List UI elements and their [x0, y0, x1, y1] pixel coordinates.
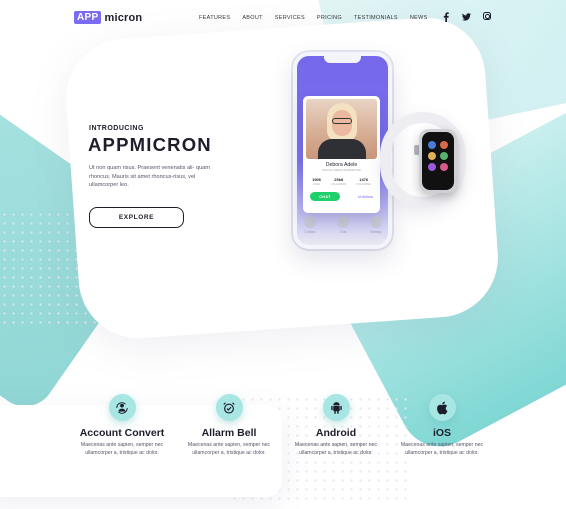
nav-news[interactable]: NEWS [410, 15, 428, 21]
stat-label: FOLLOWING [356, 183, 371, 186]
explore-button[interactable]: EXPLORE [89, 207, 184, 228]
hero-description: Ut non quam risus. Praesent venenatis al… [89, 165, 210, 188]
dock-contact[interactable]: Contact [304, 216, 316, 234]
dock-settings-label: Settings [370, 230, 382, 234]
account-convert-icon [108, 394, 136, 421]
stat-following: 1476 FOLLOWING [357, 177, 371, 186]
android-icon [322, 394, 350, 421]
facebook-icon[interactable] [441, 11, 450, 22]
profile-role: SOCIAL MEDIA MARKETING [322, 169, 361, 172]
apple-icon [428, 394, 456, 421]
unfollow-link[interactable]: Unfollow [358, 194, 373, 199]
stat-value: 1476 [359, 177, 369, 182]
profile-stats: 1906 LIKES 25k8 FOLLOWERS 1476 FOLLOWING [303, 177, 380, 186]
hero-title: APPMICRON [88, 134, 212, 155]
settings-icon [370, 216, 382, 228]
smartwatch [419, 129, 457, 193]
stat-value: 25k8 [334, 177, 344, 182]
nav-pricing[interactable]: PRICING [317, 15, 342, 21]
stat-likes: 1906 LIKES [312, 177, 321, 186]
profile-photo [306, 99, 377, 159]
dock-chat-label: Chat [339, 230, 347, 234]
hero-intro: INTRODUCING [89, 125, 144, 132]
stat-label: FOLLOWERS [331, 183, 347, 186]
feature-ios: iOS Maecenas ante sapien, semper nec ulla… [377, 394, 507, 457]
chat-button[interactable]: CHAT [310, 192, 340, 201]
profile-actions: CHAT Unfollow [303, 192, 380, 201]
dock-settings[interactable]: Settings [370, 216, 382, 234]
watch-screen [422, 132, 454, 190]
social-links [441, 11, 491, 22]
main-nav: FEATURES ABOUT SERVICES PRICING TESTIMON… [199, 15, 428, 21]
nav-services[interactable]: SERVICES [275, 15, 305, 21]
profile-name: Debora Adele [325, 162, 358, 168]
instagram-icon[interactable] [483, 12, 491, 20]
alarm-clock-icon [215, 394, 243, 421]
logo[interactable]: APP micron [74, 11, 142, 24]
twitter-icon[interactable] [462, 12, 471, 21]
nav-testimonials[interactable]: TESTIMONIALS [354, 15, 398, 21]
stat-label: LIKES [313, 183, 320, 186]
logo-text: micron [104, 11, 143, 24]
logo-box: APP [74, 11, 102, 24]
nav-about[interactable]: ABOUT [242, 15, 262, 21]
phone-notch [324, 56, 361, 63]
stat-value: 1906 [312, 177, 322, 182]
dock-chat[interactable]: Chat [337, 216, 349, 234]
stat-followers: 25k8 FOLLOWERS [331, 177, 346, 186]
profile-card: Debora Adele SOCIAL MEDIA MARKETING 1906… [303, 96, 380, 213]
chat-icon [337, 216, 349, 228]
feature-title: iOS [432, 427, 452, 439]
contact-icon [304, 216, 316, 228]
dock-contact-label: Contact [304, 230, 316, 234]
feature-description: Maecenas ante sapien, semper nec ullamcor… [400, 442, 484, 456]
phone-dock: Contact Chat Settings [304, 216, 382, 234]
nav-features[interactable]: FEATURES [199, 15, 230, 21]
